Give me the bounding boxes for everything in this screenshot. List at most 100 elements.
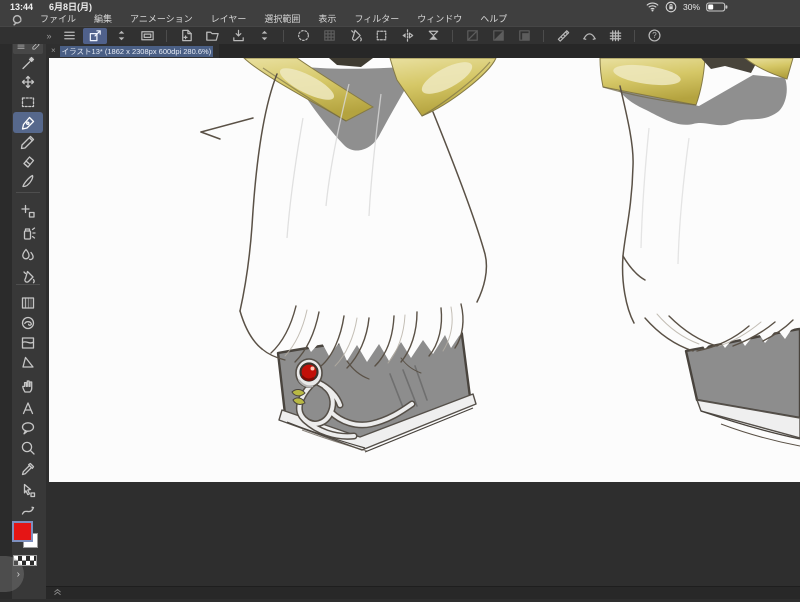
drawing-canvas[interactable] [49, 58, 800, 482]
wand-icon [22, 56, 35, 70]
tool-eraser[interactable] [15, 152, 41, 172]
zoom-icon [21, 441, 35, 455]
updown-chevron-icon [261, 30, 267, 41]
tool-blend[interactable] [15, 245, 41, 265]
status-indicators: 30% [646, 0, 728, 13]
document-title: イラスト13* (1862 x 2308px 600dpi 280.6%) [59, 45, 214, 57]
tool-balloon[interactable] [15, 418, 41, 438]
menu-アニメーション[interactable]: アニメーション [121, 13, 202, 26]
fill-bucket-icon [23, 270, 35, 284]
tool-figure[interactable] [15, 352, 41, 372]
menu-items: ファイル 編集 アニメーション レイヤー 選択範囲 表示 フィルター ウィンドウ ヘルプ [31, 13, 516, 26]
foreground-color-swatch[interactable] [12, 521, 33, 542]
export-button[interactable] [226, 28, 250, 44]
tab-close-icon[interactable]: × [51, 44, 56, 58]
tool-eyedropper[interactable] [15, 459, 41, 479]
flip-vertical-icon [428, 30, 438, 40]
settings-dots-button[interactable] [291, 28, 315, 44]
toolbar-separator [166, 29, 167, 42]
select-add-button [486, 28, 510, 44]
collapse-chevrons-icon [54, 588, 61, 596]
tool-decoration[interactable] [15, 201, 41, 221]
menu-フィルター[interactable]: フィルター [345, 13, 408, 26]
system-status-bar: 13:44 6月8日(月) 30% [0, 0, 800, 13]
toolbar-separator [283, 29, 284, 42]
screen-layout-button[interactable] [135, 28, 159, 44]
tool-frame-border[interactable] [15, 333, 41, 353]
clock: 13:44 [10, 1, 34, 12]
move-icon [21, 75, 35, 89]
frame-icon [21, 337, 35, 349]
tool-pencil[interactable] [15, 132, 41, 152]
updown-chevron-icon [118, 30, 124, 41]
updown-chevron-button[interactable] [109, 28, 133, 44]
crop-icon [376, 30, 386, 41]
document-tab[interactable]: × イラスト13* (1862 x 2308px 600dpi 280.6%) [46, 44, 220, 58]
help-button[interactable]: ? [642, 28, 666, 44]
menu-選択範囲[interactable]: 選択範囲 [255, 13, 309, 26]
flip-horizontal-button[interactable] [395, 28, 419, 44]
flip-horizontal-icon [401, 29, 413, 42]
menu-表示[interactable]: 表示 [309, 13, 345, 26]
updown-chevron-button[interactable] [252, 28, 276, 44]
toolbar-separator [452, 29, 453, 42]
tool-brush[interactable] [15, 171, 41, 191]
command-bar: » ? [0, 26, 800, 44]
menu-レイヤー[interactable]: レイヤー [202, 13, 256, 26]
tool-gradient[interactable] [15, 293, 41, 313]
tool-airbrush[interactable] [15, 223, 41, 243]
battery-icon [706, 1, 728, 12]
orientation-lock-icon [665, 1, 677, 12]
toolbar-separator [543, 29, 544, 42]
clip-studio-logo-icon[interactable] [11, 14, 23, 26]
menu-ファイル[interactable]: ファイル [31, 13, 85, 26]
tool-auto-select[interactable] [15, 53, 41, 73]
snap-ruler-button[interactable] [551, 28, 575, 44]
tool-palette: « » [0, 26, 46, 599]
tool-line-correct[interactable] [15, 500, 41, 520]
open-folder-button[interactable] [200, 28, 224, 44]
tool-separator [16, 192, 40, 193]
settings-dots-icon [297, 30, 309, 41]
toolbar-overflow-chevron[interactable]: » [42, 31, 56, 41]
operation-icon [23, 483, 36, 498]
gradient-icon [21, 297, 35, 309]
canvas-pasteboard [46, 58, 800, 586]
tool-marquee[interactable] [15, 92, 41, 112]
tool-zoom[interactable] [15, 438, 41, 458]
battery-percent: 30% [682, 1, 700, 12]
collapse-chevrons-icon[interactable] [52, 584, 63, 602]
tool-hand[interactable] [15, 376, 41, 396]
select-new-button [460, 28, 484, 44]
bottom-bar [46, 586, 800, 599]
help-icon: ? [647, 29, 661, 42]
fill-bucket-button[interactable] [343, 28, 367, 44]
flip-vertical-button[interactable] [421, 28, 445, 44]
blend-icon [22, 248, 34, 261]
tool-text[interactable] [15, 398, 41, 418]
select-add-icon [492, 30, 504, 41]
snap-curve-button[interactable] [577, 28, 601, 44]
select-filled-icon [518, 30, 530, 41]
tool-pen[interactable] [13, 112, 43, 133]
menu-編集[interactable]: 編集 [85, 13, 121, 26]
pan-canvas-button[interactable] [83, 27, 107, 44]
snap-curve-icon [582, 33, 596, 40]
tool-move[interactable] [15, 72, 41, 92]
snap-grid-button[interactable] [603, 28, 627, 44]
canvas-artwork [200, 58, 800, 453]
tool-color-mix[interactable] [15, 313, 41, 333]
tool-operation[interactable] [15, 480, 41, 500]
date: 6月8日(月) [49, 2, 93, 12]
hand-icon [22, 380, 33, 393]
svg-text:?: ? [652, 31, 657, 40]
eraser-icon [23, 156, 35, 168]
menu-button[interactable] [57, 28, 81, 44]
pen-icon [21, 116, 35, 130]
menu-ヘルプ[interactable]: ヘルプ [471, 13, 516, 26]
marquee-icon [21, 97, 35, 108]
menu-ウィンドウ[interactable]: ウィンドウ [408, 13, 471, 26]
new-file-button[interactable] [174, 28, 198, 44]
brush-icon [22, 174, 34, 188]
crop-button[interactable] [369, 28, 393, 44]
